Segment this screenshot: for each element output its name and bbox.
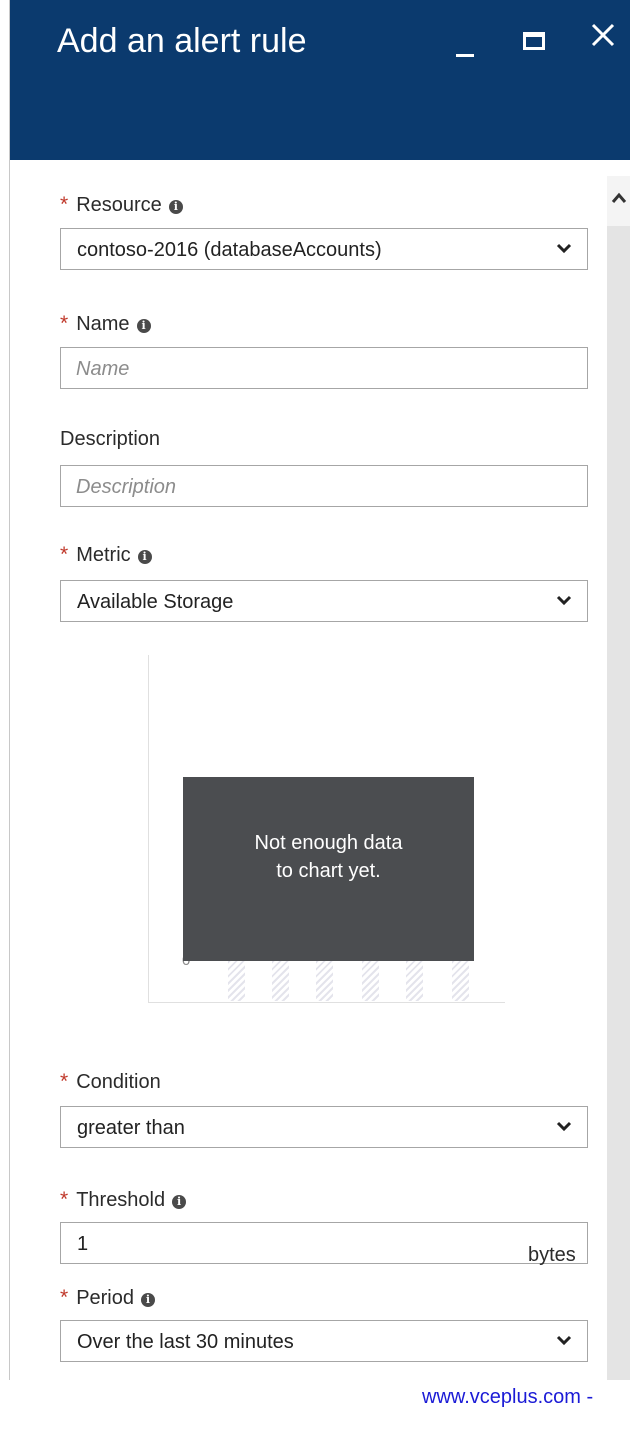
scroll-up-button[interactable] [607,176,630,226]
name-label: * Name i [60,312,151,336]
condition-dropdown[interactable]: greater than [60,1106,588,1148]
chart-x-axis [148,1002,505,1003]
metric-dropdown[interactable]: Available Storage [60,580,588,622]
no-data-line-2: to chart yet. [276,860,381,882]
info-icon[interactable]: i [136,319,151,333]
info-icon[interactable]: i [141,1293,155,1307]
chart-placeholder-bar [362,961,379,1001]
maximize-button[interactable] [519,26,549,52]
info-icon[interactable]: i [172,1195,187,1209]
metric-label: * Metric i [60,543,152,567]
required-asterisk: * [60,543,69,566]
watermark-text: www.vceplus.com - [422,1386,594,1409]
chart-placeholder-bar [316,961,333,1001]
description-input[interactable]: Description [60,465,588,507]
resource-value: contoso-2016 (databaseAccounts) [77,239,382,261]
minimize-button[interactable] [452,28,480,58]
threshold-label: * Threshold i [60,1188,187,1212]
info-icon[interactable]: i [137,550,152,564]
resource-label: * Resource i [60,193,183,217]
metric-label-text: Metric [76,544,131,566]
info-icon[interactable]: i [168,200,183,214]
required-asterisk: * [60,1286,69,1309]
condition-value: greater than [77,1117,185,1139]
condition-label-text: Condition [76,1071,161,1093]
name-placeholder: Name [76,358,130,380]
minimize-icon [456,54,474,57]
blade-header: Add an alert rule [10,0,630,160]
required-asterisk: * [60,1188,69,1211]
name-input[interactable]: Name [60,347,588,389]
scrollbar[interactable] [607,176,630,1380]
resource-dropdown[interactable]: contoso-2016 (databaseAccounts) [60,228,588,270]
chevron-down-icon [556,595,572,606]
required-asterisk: * [60,312,69,335]
no-data-message: Not enough data to chart yet. [183,829,474,885]
close-icon [591,23,615,47]
chart-y-axis [148,655,149,1003]
period-label-text: Period [76,1287,134,1309]
threshold-input[interactable]: 1 [60,1222,588,1264]
no-data-overlay: Not enough data to chart yet. [183,777,474,961]
required-asterisk: * [60,193,69,216]
chevron-down-icon [556,1121,572,1132]
chart-placeholder-bar [406,961,423,1001]
chevron-down-icon [556,1335,572,1346]
metric-value: Available Storage [77,591,234,613]
resource-label-text: Resource [76,194,162,216]
description-label: Description [60,428,161,450]
required-asterisk: * [60,1070,69,1093]
blade-title: Add an alert rule [57,22,307,60]
threshold-value: 1 [77,1233,89,1255]
chart-placeholder-bar [228,961,245,1001]
chart-placeholder-bar [452,961,469,1001]
threshold-unit: bytes [528,1244,576,1266]
chevron-up-icon [611,192,627,203]
period-dropdown[interactable]: Over the last 30 minutes [60,1320,588,1362]
name-label-text: Name [76,313,130,335]
period-value: Over the last 30 minutes [77,1331,294,1353]
chart-placeholder-bar [272,961,289,1001]
alert-rule-blade: Add an alert rule * Resource i contoso-201… [0,0,630,1429]
maximize-icon [523,32,545,50]
close-button[interactable] [590,22,620,56]
no-data-line-1: Not enough data [254,832,403,854]
condition-label: * Condition [60,1070,161,1094]
blade-left-border [9,0,10,1380]
threshold-label-text: Threshold [76,1189,166,1211]
chevron-down-icon [556,243,572,254]
period-label: * Period i [60,1286,155,1310]
description-placeholder: Description [76,476,177,498]
